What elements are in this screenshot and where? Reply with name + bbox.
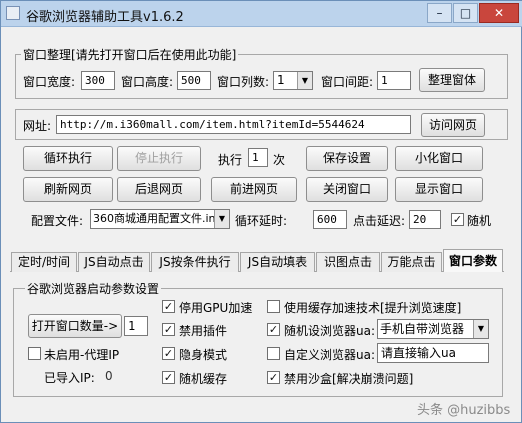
disable-plugins-checkbox[interactable]: ✓ xyxy=(162,323,175,336)
imported-ip-label: 已导入IP: xyxy=(44,371,95,385)
window-columns-label: 窗口列数: xyxy=(217,75,270,89)
app-window: 谷歌浏览器辅助工具v1.6.2 – □ ✕ 窗口整理[请先打开窗口后在使用此功能… xyxy=(0,0,522,423)
window-spacing-input[interactable]: 1 xyxy=(377,71,411,90)
minimize-button[interactable]: – xyxy=(427,3,452,23)
loop-delay-label: 循环延时: xyxy=(235,214,288,228)
proxy-ip-label: 未启用-代理IP xyxy=(44,348,120,362)
disable-plugins-label: 禁用插件 xyxy=(179,324,228,338)
window-title: 谷歌浏览器辅助工具v1.6.2 xyxy=(26,10,184,25)
visit-page-button[interactable]: 访问网页 xyxy=(421,113,485,137)
cache-accel-checkbox[interactable] xyxy=(267,300,280,313)
window-width-label: 窗口宽度: xyxy=(23,75,76,89)
show-window-button[interactable]: 显示窗口 xyxy=(395,177,483,202)
window-spacing-label: 窗口间距: xyxy=(321,75,374,89)
times-label: 次 xyxy=(273,153,286,167)
window-height-label: 窗口高度: xyxy=(121,75,174,89)
random-ua-checkbox[interactable]: ✓ xyxy=(267,323,280,336)
incognito-label: 隐身模式 xyxy=(179,348,228,362)
custom-ua-label: 自定义浏览器ua: xyxy=(284,348,376,362)
disable-sandbox-checkbox[interactable]: ✓ xyxy=(267,371,280,384)
startup-params-legend: 谷歌浏览器启动参数设置 xyxy=(25,280,162,297)
open-window-count-input[interactable]: 1 xyxy=(124,316,148,336)
config-file-label: 配置文件: xyxy=(31,214,84,228)
watermark-text: 头条 @huzibbs xyxy=(417,403,511,418)
url-input[interactable]: http://m.i360mall.com/item.html?itemId=5… xyxy=(56,115,411,134)
custom-ua-input[interactable]: 请直接输入ua xyxy=(377,343,489,363)
loop-delay-input[interactable]: 600 xyxy=(313,210,347,229)
tab-js-conditional[interactable]: JS按条件执行 xyxy=(151,252,239,272)
url-label: 网址: xyxy=(23,119,52,133)
cache-accel-label: 使用缓存加速技术[提升浏览速度] xyxy=(284,301,462,315)
window-arrange-legend: 窗口整理[请先打开窗口后在使用此功能] xyxy=(21,46,239,63)
title-bar: 谷歌浏览器辅助工具v1.6.2 – □ ✕ xyxy=(1,1,522,27)
random-cache-label: 随机缓存 xyxy=(179,372,228,386)
window-width-input[interactable]: 300 xyxy=(81,71,115,90)
disable-sandbox-label: 禁用沙盒[解决崩溃问题] xyxy=(284,372,414,386)
config-file-select[interactable]: 360商城通用配置文件.ini ▼ xyxy=(90,209,230,229)
click-delay-input[interactable]: 20 xyxy=(409,210,441,229)
minimize-window-button[interactable]: 小化窗口 xyxy=(395,146,483,171)
refresh-page-button[interactable]: 刷新网页 xyxy=(23,177,113,202)
tab-js-auto-click[interactable]: JS自动点击 xyxy=(78,252,150,272)
tab-js-autofill[interactable]: JS自动填表 xyxy=(240,252,315,272)
imported-ip-value: 0 xyxy=(105,369,113,383)
forward-page-button[interactable]: 前进网页 xyxy=(211,177,297,202)
random-delay-checkbox[interactable]: ✓ xyxy=(451,213,464,226)
back-page-button[interactable]: 后退网页 xyxy=(117,177,201,202)
window-columns-select[interactable]: 1 ▼ xyxy=(273,71,313,90)
chevron-down-icon: ▼ xyxy=(473,320,488,338)
random-ua-value: 手机自带浏览器 xyxy=(380,322,465,336)
random-cache-checkbox[interactable]: ✓ xyxy=(162,371,175,384)
app-icon xyxy=(6,6,20,20)
disable-gpu-checkbox[interactable]: ✓ xyxy=(162,300,175,313)
proxy-ip-checkbox[interactable] xyxy=(28,347,41,360)
tab-timer[interactable]: 定时/时间 xyxy=(11,252,77,272)
window-columns-value: 1 xyxy=(277,73,285,87)
config-file-value: 360商城通用配置文件.ini xyxy=(93,212,219,225)
incognito-checkbox[interactable]: ✓ xyxy=(162,347,175,360)
stop-run-button[interactable]: 停止执行 xyxy=(117,146,201,171)
run-count-input[interactable]: 1 xyxy=(248,148,268,167)
chevron-down-icon: ▼ xyxy=(214,210,229,228)
tab-window-params[interactable]: 窗口参数 xyxy=(443,249,503,272)
click-delay-label: 点击延迟: xyxy=(353,214,406,228)
random-delay-label: 随机 xyxy=(467,214,492,228)
arrange-windows-button[interactable]: 整理窗体 xyxy=(419,68,485,92)
custom-ua-checkbox[interactable] xyxy=(267,347,280,360)
close-button[interactable]: ✕ xyxy=(479,3,519,23)
open-window-count-button[interactable]: 打开窗口数量-> xyxy=(28,314,122,338)
tab-universal-click[interactable]: 万能点击 xyxy=(381,252,442,272)
random-ua-label: 随机设浏览器ua: xyxy=(284,324,376,338)
window-height-input[interactable]: 500 xyxy=(177,71,211,90)
disable-gpu-label: 停用GPU加速 xyxy=(179,301,253,315)
tab-image-click[interactable]: 识图点击 xyxy=(316,252,380,272)
chevron-down-icon: ▼ xyxy=(297,72,312,89)
random-ua-select[interactable]: 手机自带浏览器 ▼ xyxy=(377,319,489,339)
close-window-button[interactable]: 关闭窗口 xyxy=(306,177,388,202)
run-label: 执行 xyxy=(218,153,243,167)
maximize-button[interactable]: □ xyxy=(453,3,478,23)
save-settings-button[interactable]: 保存设置 xyxy=(306,146,388,171)
loop-run-button[interactable]: 循环执行 xyxy=(23,146,113,171)
